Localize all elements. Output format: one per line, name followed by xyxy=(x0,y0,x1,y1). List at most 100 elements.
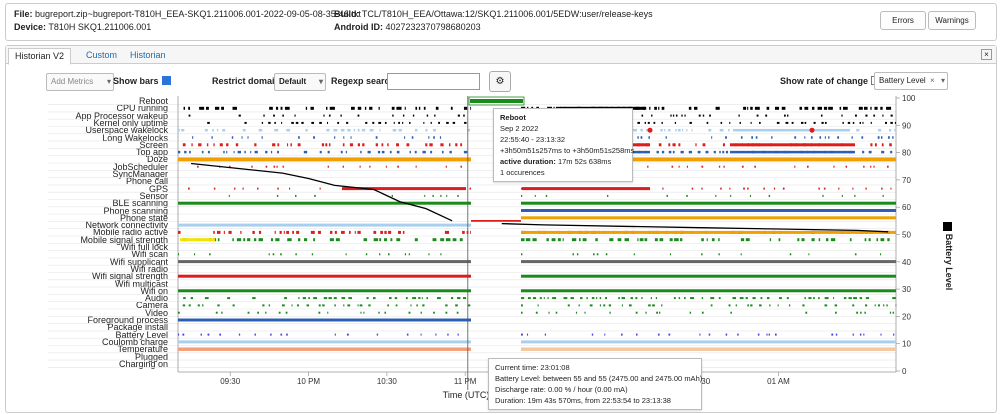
row-event xyxy=(644,238,648,242)
y-tick-label: 50 xyxy=(902,231,911,240)
row-event xyxy=(874,106,878,110)
row-event xyxy=(379,128,381,132)
row-event xyxy=(285,311,288,314)
row-event xyxy=(237,150,242,154)
row-event xyxy=(852,121,855,124)
row-event xyxy=(219,333,222,336)
row-event xyxy=(797,238,800,242)
row-event xyxy=(802,304,805,307)
row-event xyxy=(322,304,325,307)
row-event xyxy=(254,333,256,336)
row-event xyxy=(391,194,393,197)
row-event xyxy=(286,230,290,234)
row-event xyxy=(572,253,574,256)
row-event xyxy=(787,114,789,117)
row-event xyxy=(665,136,667,139)
row-event xyxy=(890,187,892,190)
row-event xyxy=(384,238,388,242)
row-event xyxy=(852,304,855,307)
row-event xyxy=(582,238,587,242)
row-event xyxy=(892,297,896,300)
row-event xyxy=(469,187,471,190)
row-event xyxy=(847,121,851,124)
row-event xyxy=(743,187,745,190)
row-event xyxy=(672,114,675,117)
row-event xyxy=(894,121,896,124)
row-event xyxy=(414,128,418,132)
row-event xyxy=(337,121,340,124)
row-event xyxy=(380,230,384,234)
row-event xyxy=(544,333,546,336)
row-event xyxy=(197,304,200,307)
tooltip-title: Reboot xyxy=(500,113,526,122)
row-event xyxy=(262,304,265,307)
row-event xyxy=(621,333,623,336)
row-event xyxy=(404,106,406,110)
row-event xyxy=(648,136,650,139)
row-event xyxy=(662,187,664,190)
row-event xyxy=(404,253,407,256)
row-event xyxy=(384,121,387,124)
row-event xyxy=(552,297,557,300)
row-event xyxy=(725,136,727,139)
row-event xyxy=(280,106,283,110)
row-event xyxy=(521,238,525,242)
row-event xyxy=(874,304,876,307)
row-event xyxy=(213,230,215,234)
x-tick-label: 11 PM xyxy=(454,377,477,386)
row-event xyxy=(657,333,660,336)
row-event xyxy=(384,230,387,234)
row-event xyxy=(415,165,417,168)
row-event xyxy=(555,311,558,314)
row-event xyxy=(701,165,704,168)
row-event xyxy=(379,238,382,242)
row-event xyxy=(656,311,658,314)
row-event xyxy=(433,136,435,139)
row-event xyxy=(811,106,815,110)
row-bar xyxy=(178,318,471,322)
row-event xyxy=(233,150,235,154)
row-event xyxy=(360,311,362,314)
row-event xyxy=(669,238,673,242)
row-event xyxy=(212,128,214,132)
row-event xyxy=(333,128,338,132)
row-event xyxy=(865,114,868,117)
row-event xyxy=(231,136,234,139)
row-event xyxy=(216,128,219,132)
row-event xyxy=(242,128,246,132)
row-event xyxy=(283,230,285,234)
row-event xyxy=(865,297,870,300)
row-event xyxy=(710,304,713,307)
row-event xyxy=(323,114,325,117)
row-event xyxy=(347,304,351,307)
row-event xyxy=(357,304,359,307)
row-event xyxy=(308,297,310,300)
row-event xyxy=(684,114,686,117)
row-event xyxy=(296,230,300,234)
row-event xyxy=(378,311,380,314)
row-event xyxy=(741,165,744,168)
row-event xyxy=(393,121,395,124)
row-event xyxy=(859,333,862,336)
row-event xyxy=(449,150,452,154)
row-event xyxy=(286,333,288,336)
row-event xyxy=(333,297,337,300)
row-event xyxy=(328,297,332,300)
row-event xyxy=(354,230,356,234)
row-event xyxy=(405,297,408,300)
row-event xyxy=(406,143,410,147)
row-event xyxy=(878,128,882,132)
row-event xyxy=(862,150,865,154)
row-event xyxy=(216,230,221,234)
x-tick-label: 10:30 xyxy=(377,377,398,386)
row-event xyxy=(396,150,400,154)
row-event xyxy=(340,114,342,117)
row-bar xyxy=(733,128,850,132)
timeline-chart[interactable]: 1009080706050403020100Battery Level09:30… xyxy=(0,0,1000,414)
row-event xyxy=(214,106,220,110)
row-event xyxy=(236,238,242,242)
row-event xyxy=(178,150,181,154)
row-event xyxy=(711,136,713,139)
row-event xyxy=(754,165,756,168)
row-event xyxy=(823,187,826,190)
